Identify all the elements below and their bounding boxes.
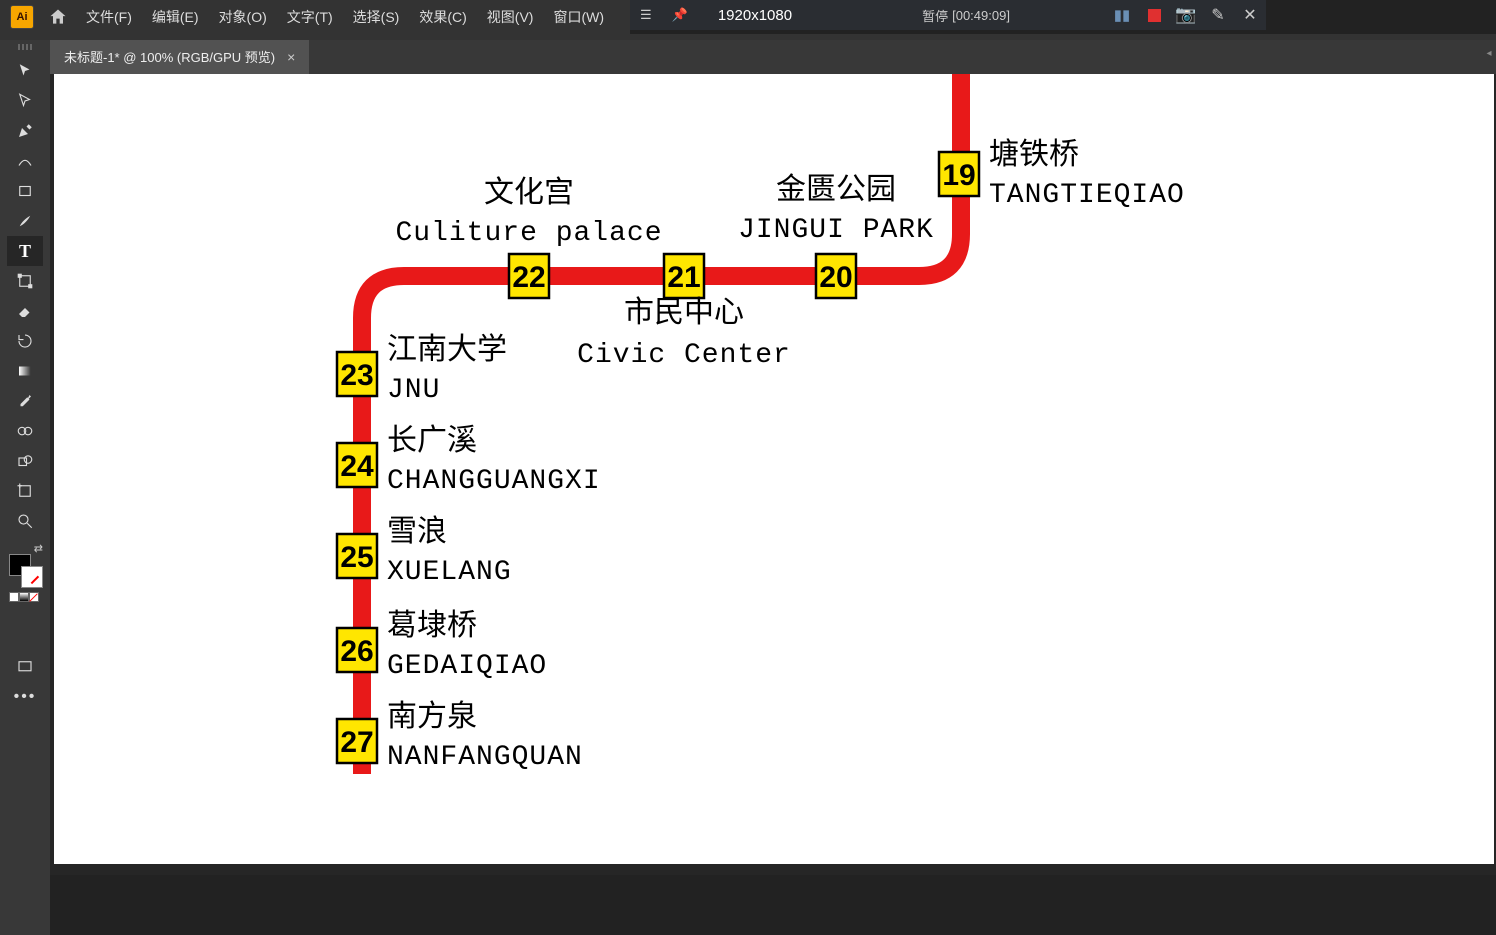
svg-text:26: 26 [340, 635, 373, 668]
paintbrush-tool[interactable] [7, 206, 43, 236]
svg-text:雪浪: 雪浪 [387, 515, 447, 548]
recorder-screenshot-button[interactable]: 📷 [1174, 3, 1198, 27]
svg-text:金匮公园: 金匮公园 [776, 173, 896, 206]
svg-text:27: 27 [340, 726, 373, 759]
close-icon[interactable]: × [287, 49, 295, 65]
menu-item[interactable]: 编辑(E) [142, 0, 209, 34]
menu-item[interactable]: 对象(O) [209, 0, 277, 34]
menu-item[interactable]: 文件(F) [76, 0, 142, 34]
home-icon[interactable] [48, 7, 68, 27]
control-bar [0, 34, 1496, 40]
blend-tool[interactable] [7, 416, 43, 446]
stroke-color-swatch[interactable] [21, 566, 43, 588]
recorder-resolution: 1920x1080 [718, 7, 792, 24]
panel-expand-icon[interactable]: ◂ [1482, 40, 1496, 66]
document-tab[interactable]: 未标题-1* @ 100% (RGB/GPU 预览) × [50, 39, 309, 74]
toolbox-panel: T ⇄ ••• [0, 40, 50, 935]
recorder-menu-icon[interactable]: ☰ [640, 7, 652, 23]
direct-selection-tool[interactable] [7, 86, 43, 116]
svg-text:XUELANG: XUELANG [387, 557, 512, 588]
swap-fill-stroke-icon[interactable]: ⇄ [34, 542, 43, 555]
menu-item[interactable]: 效果(C) [409, 0, 476, 34]
svg-text:24: 24 [340, 450, 374, 483]
svg-text:葛埭桥: 葛埭桥 [387, 609, 477, 642]
zoom-tool[interactable] [7, 506, 43, 536]
svg-text:JINGUI PARK: JINGUI PARK [738, 215, 934, 246]
color-mode-toggles[interactable] [9, 592, 39, 602]
svg-text:CHANGGUANGXI: CHANGGUANGXI [387, 466, 601, 497]
svg-text:市民中心: 市民中心 [624, 296, 744, 329]
svg-text:25: 25 [340, 541, 373, 574]
metro-map-artwork[interactable]: 19 塘铁桥 TANGTIEQIAO 20 金匮公园 JINGUI PARK 21市民中心 C… [54, 74, 1494, 864]
svg-text:长广溪: 长广溪 [387, 424, 477, 457]
canvas-viewport[interactable]: 19 塘铁桥 TANGTIEQIAO 20 金匮公园 JINGUI PARK 21市民中心 C… [50, 74, 1496, 935]
svg-text:Civic Center: Civic Center [577, 340, 791, 371]
canvas-pasteboard-bottom [50, 875, 1496, 935]
svg-text:22: 22 [512, 261, 545, 294]
rectangle-tool[interactable] [7, 176, 43, 206]
color-swatch-area: ⇄ [5, 542, 45, 632]
svg-text:20: 20 [819, 261, 852, 294]
menu-item[interactable]: 视图(V) [477, 0, 544, 34]
app-logo-icon[interactable]: Ai [10, 5, 34, 29]
curvature-tool[interactable] [7, 146, 43, 176]
svg-text:江南大学: 江南大学 [387, 333, 507, 366]
recorder-draw-button[interactable]: ✎ [1206, 3, 1230, 27]
recorder-status: 暂停 [00:49:09] [922, 6, 1010, 25]
svg-text:21: 21 [667, 261, 700, 294]
document-tab-title: 未标题-1* @ 100% (RGB/GPU 预览) [64, 47, 275, 66]
eyedropper-tool[interactable] [7, 386, 43, 416]
type-tool[interactable]: T [7, 236, 43, 266]
artboard[interactable]: 19 塘铁桥 TANGTIEQIAO 20 金匮公园 JINGUI PARK 21市民中心 C… [54, 74, 1494, 864]
toolbox-grip[interactable] [10, 44, 40, 52]
svg-text:Culiture palace: Culiture palace [395, 218, 662, 249]
screen-mode-tool[interactable] [7, 652, 43, 682]
recorder-pin-icon[interactable]: 📌 [672, 7, 688, 23]
menu-item[interactable]: 文字(T) [277, 0, 343, 34]
svg-text:南方泉: 南方泉 [387, 700, 477, 733]
station-27[interactable]: 27 南方泉 NANFANGQUAN [337, 700, 583, 773]
recorder-close-button[interactable]: ✕ [1238, 3, 1262, 27]
svg-text:NANFANGQUAN: NANFANGQUAN [387, 742, 583, 773]
svg-text:19: 19 [942, 159, 975, 192]
svg-text:23: 23 [340, 359, 373, 392]
app-menu-bar: Ai 文件(F)编辑(E)对象(O)文字(T)选择(S)效果(C)视图(V)窗口… [0, 0, 630, 34]
recorder-pause-button[interactable]: ▮▮ [1110, 3, 1134, 27]
recorder-controls: ▮▮ 📷 ✎ ✕ [1106, 0, 1266, 30]
pen-tool[interactable] [7, 116, 43, 146]
station-19[interactable]: 19 塘铁桥 TANGTIEQIAO [939, 138, 1185, 211]
shape-builder-tool[interactable] [7, 446, 43, 476]
selection-tool[interactable] [7, 56, 43, 86]
rotate-tool[interactable] [7, 326, 43, 356]
svg-text:JNU: JNU [387, 375, 440, 406]
edit-toolbar-button[interactable]: ••• [7, 682, 43, 712]
eraser-tool[interactable] [7, 296, 43, 326]
menu-item[interactable]: 选择(S) [343, 0, 410, 34]
free-transform-tool[interactable] [7, 266, 43, 296]
svg-text:塘铁桥: 塘铁桥 [989, 138, 1079, 171]
menu-item[interactable]: 窗口(W) [543, 0, 614, 34]
station-24[interactable]: 24 长广溪 CHANGGUANGXI [337, 424, 601, 497]
document-tab-bar: 未标题-1* @ 100% (RGB/GPU 预览) × [50, 40, 1496, 74]
recorder-stop-button[interactable] [1142, 3, 1166, 27]
gradient-tool[interactable] [7, 356, 43, 386]
artboard-tool[interactable] [7, 476, 43, 506]
svg-text:文化宫: 文化宫 [484, 176, 574, 209]
svg-text:TANGTIEQIAO: TANGTIEQIAO [989, 180, 1185, 211]
svg-text:GEDAIQIAO: GEDAIQIAO [387, 651, 547, 682]
